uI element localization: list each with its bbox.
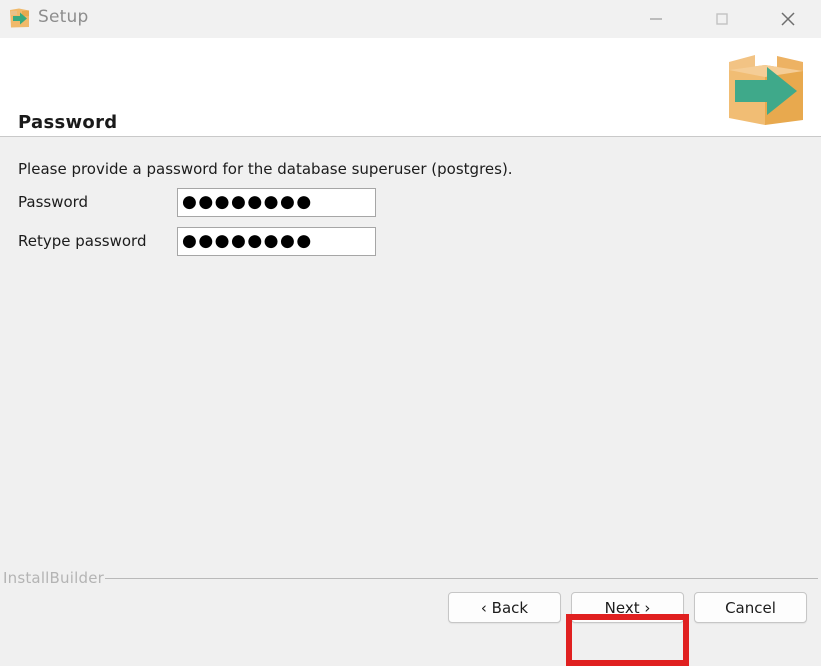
retype-password-label: Retype password bbox=[18, 232, 147, 250]
password-field-row: Password ●●●●●●●● bbox=[18, 188, 376, 217]
minimize-button[interactable] bbox=[623, 0, 689, 38]
cancel-button[interactable]: Cancel bbox=[694, 592, 807, 623]
password-input[interactable]: ●●●●●●●● bbox=[177, 188, 376, 217]
setup-wizard-window: Setup Password Please provide a password… bbox=[0, 0, 821, 666]
page-header: Password bbox=[0, 38, 821, 137]
footer-divider bbox=[105, 578, 818, 579]
close-button[interactable] bbox=[755, 0, 821, 38]
next-button[interactable]: Next › bbox=[571, 592, 684, 623]
retype-password-input[interactable]: ●●●●●●●● bbox=[177, 227, 376, 256]
password-label: Password bbox=[18, 193, 89, 211]
page-title: Password bbox=[18, 112, 118, 133]
window-title: Setup bbox=[38, 7, 89, 27]
installbuilder-box-logo bbox=[719, 40, 811, 132]
maximize-icon bbox=[716, 13, 728, 25]
window-controls bbox=[623, 0, 821, 38]
content-area: Please provide a password for the databa… bbox=[0, 138, 821, 573]
wizard-buttons: ‹ Back Next › Cancel bbox=[0, 592, 821, 666]
retype-password-input-value: ●●●●●●●● bbox=[182, 231, 313, 251]
minimize-icon bbox=[650, 18, 662, 20]
password-input-value: ●●●●●●●● bbox=[182, 192, 313, 212]
close-icon bbox=[781, 12, 795, 26]
back-button[interactable]: ‹ Back bbox=[448, 592, 561, 623]
maximize-button[interactable] bbox=[689, 0, 755, 38]
installbuilder-brand-label: InstallBuilder bbox=[3, 569, 105, 587]
title-bar: Setup bbox=[0, 0, 821, 38]
retype-password-field-row: Retype password ●●●●●●●● bbox=[18, 227, 376, 256]
installbuilder-box-icon bbox=[8, 7, 31, 30]
instruction-text: Please provide a password for the databa… bbox=[18, 160, 513, 178]
footer: InstallBuilder ‹ Back Next › Cancel bbox=[0, 560, 821, 666]
